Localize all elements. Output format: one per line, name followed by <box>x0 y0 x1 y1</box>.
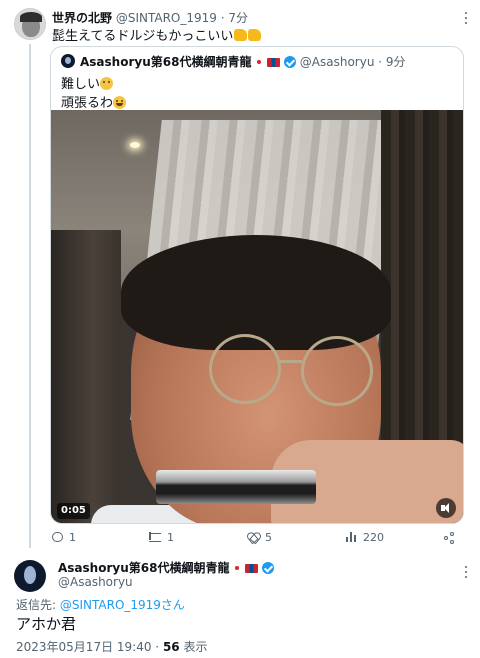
speaker-muted-icon[interactable] <box>436 498 456 518</box>
retweet-button[interactable]: 1 <box>149 529 174 545</box>
reply-view-count: 56 <box>162 640 180 654</box>
quote-text-line: 頑張るわ <box>61 92 127 111</box>
like-button[interactable]: 5 <box>248 529 272 545</box>
thinking-face-icon <box>100 77 114 90</box>
avatar-light <box>24 566 36 584</box>
quote-time: 9分 <box>385 55 406 69</box>
tweet-text: 髭生えてるドルジもかっこいい <box>52 25 262 44</box>
views-label: 表示 <box>179 640 208 654</box>
author-handle[interactable]: @SINTARO_1919 <box>116 11 217 25</box>
tweet-text-body: 髭生えてるドルジもかっこいい <box>52 29 234 44</box>
quote-header: Asashoryu第68代横綱朝青龍 @Asashoryu · 9分 <box>80 53 406 70</box>
quote-text-1: 難しい <box>61 77 101 92</box>
tweet-time[interactable]: 7分 <box>228 11 248 25</box>
reply-count: 1 <box>69 530 76 544</box>
video-player[interactable]: 0:05 <box>51 110 463 523</box>
bar-chart-icon <box>346 532 357 542</box>
tweet[interactable]: 世界の北野 @SINTARO_1919 · 7分 髭生えてるドルジもかっこいい … <box>0 0 480 552</box>
retweet-icon <box>149 531 161 542</box>
reply-button[interactable]: 1 <box>52 529 76 545</box>
more-options-icon[interactable] <box>459 565 473 579</box>
action-bar: 1 1 5 220 <box>52 529 462 545</box>
separator: · <box>220 11 225 25</box>
thumbs-up-icon <box>248 29 262 41</box>
grinning-face-icon <box>113 96 127 109</box>
more-options-icon[interactable] <box>459 11 473 25</box>
glasses-lens-left <box>209 334 281 404</box>
mongolia-flag-icon <box>267 58 281 67</box>
thread-line <box>29 44 31 548</box>
separator: · <box>378 55 383 69</box>
reply-author-name[interactable]: Asashoryu第68代横綱朝青龍 <box>58 561 229 575</box>
reply-text: アホか君 <box>16 615 77 633</box>
tweet-header: 世界の北野 @SINTARO_1919 · 7分 <box>52 9 248 26</box>
views-button[interactable]: 220 <box>346 529 384 545</box>
japan-flag-icon <box>255 58 264 66</box>
view-count: 220 <box>363 530 384 544</box>
mongolia-flag-icon <box>245 564 259 573</box>
quote-text-line: 難しい <box>61 73 114 92</box>
quote-author-name: Asashoryu第68代横綱朝青龍 <box>80 55 252 69</box>
verified-badge-icon <box>261 562 274 574</box>
ceiling-light <box>130 142 140 148</box>
share-button[interactable] <box>444 529 455 545</box>
verified-badge-icon <box>283 56 296 68</box>
quoted-tweet[interactable]: Asashoryu第68代横綱朝青龍 @Asashoryu · 9分 難しい 頑… <box>50 46 464 524</box>
avatar[interactable] <box>14 8 46 40</box>
share-icon <box>444 531 455 544</box>
reply-to-line: 返信先: @SINTARO_1919さん <box>16 596 185 613</box>
person-hair <box>121 235 391 350</box>
left-curtain <box>51 230 121 523</box>
video-duration: 0:05 <box>57 503 90 519</box>
reply-to-link[interactable]: @SINTARO_1919さん <box>60 598 185 612</box>
thumbs-up-icon <box>234 29 248 41</box>
reply-header: Asashoryu第68代横綱朝青龍 <box>58 559 274 576</box>
reply-avatar[interactable] <box>14 560 46 592</box>
japan-flag-icon <box>233 564 242 572</box>
heart-icon <box>248 532 259 542</box>
reply-author-handle[interactable]: @Asashoryu <box>58 575 133 589</box>
glasses-lens-right <box>301 336 373 406</box>
reply-to-label: 返信先: <box>16 598 60 612</box>
reply-icon <box>52 532 63 542</box>
separator: · <box>151 640 163 654</box>
quote-author-handle: @Asashoryu <box>299 55 375 69</box>
glasses-bridge <box>280 360 302 363</box>
retweet-count: 1 <box>167 530 174 544</box>
harmonica <box>156 470 316 504</box>
avatar-hair <box>20 12 42 22</box>
quote-avatar <box>61 54 75 68</box>
author-name[interactable]: 世界の北野 <box>52 11 112 25</box>
reply-date[interactable]: 2023年05月17日 19:40 <box>16 640 151 654</box>
quote-text-2: 頑張るわ <box>61 96 114 111</box>
like-count: 5 <box>265 530 272 544</box>
reply-meta: 2023年05月17日 19:40 · 56 表示 <box>16 638 207 655</box>
